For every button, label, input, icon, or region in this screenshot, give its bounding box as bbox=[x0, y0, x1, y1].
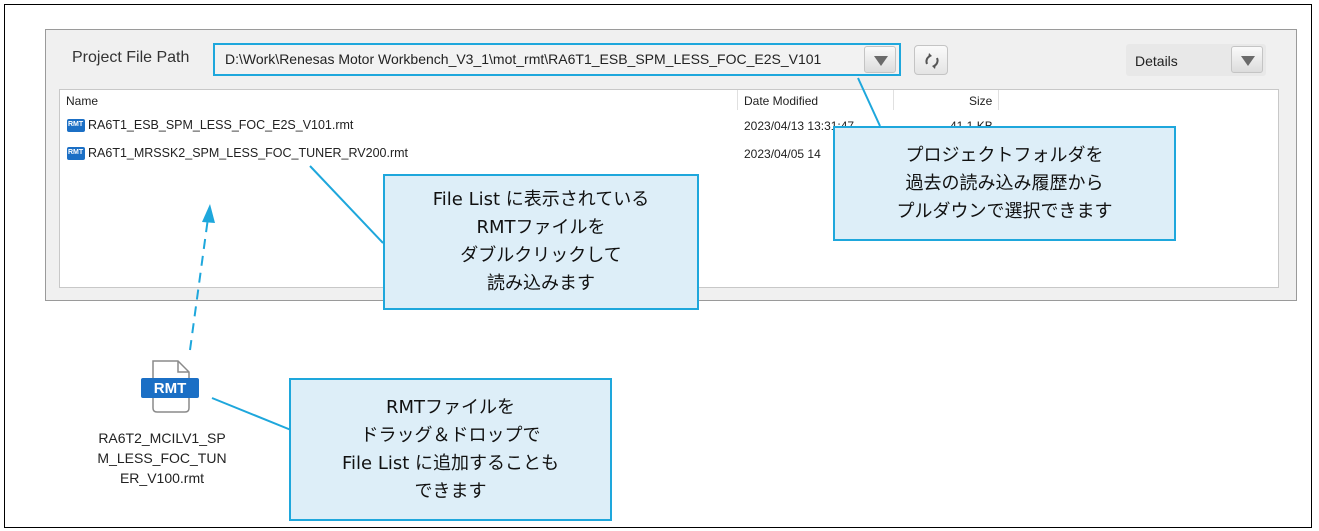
drag-arrow-icon bbox=[202, 204, 215, 223]
svg-text:RMT: RMT bbox=[154, 380, 187, 397]
pulldown-leader-line bbox=[857, 77, 881, 127]
double-click-leader-line bbox=[309, 165, 384, 244]
drag-drop-callout: RMTファイルを ドラッグ＆ドロップで File List に追加することも で… bbox=[289, 378, 612, 521]
double-click-callout: File List に表示されている RMTファイルを ダブルクリックして 読み… bbox=[383, 174, 699, 310]
drag-path-dashed-line bbox=[189, 217, 209, 351]
rmt-file-icon[interactable]: RMT bbox=[139, 358, 201, 416]
dragged-file-name: RA6T2_MCILV1_SP M_LESS_FOC_TUN ER_V100.r… bbox=[97, 430, 227, 486]
pulldown-callout: プロジェクトフォルダを 過去の読み込み履歴から プルダウンで選択できます bbox=[833, 126, 1176, 241]
drag-drop-leader-line bbox=[211, 397, 292, 431]
